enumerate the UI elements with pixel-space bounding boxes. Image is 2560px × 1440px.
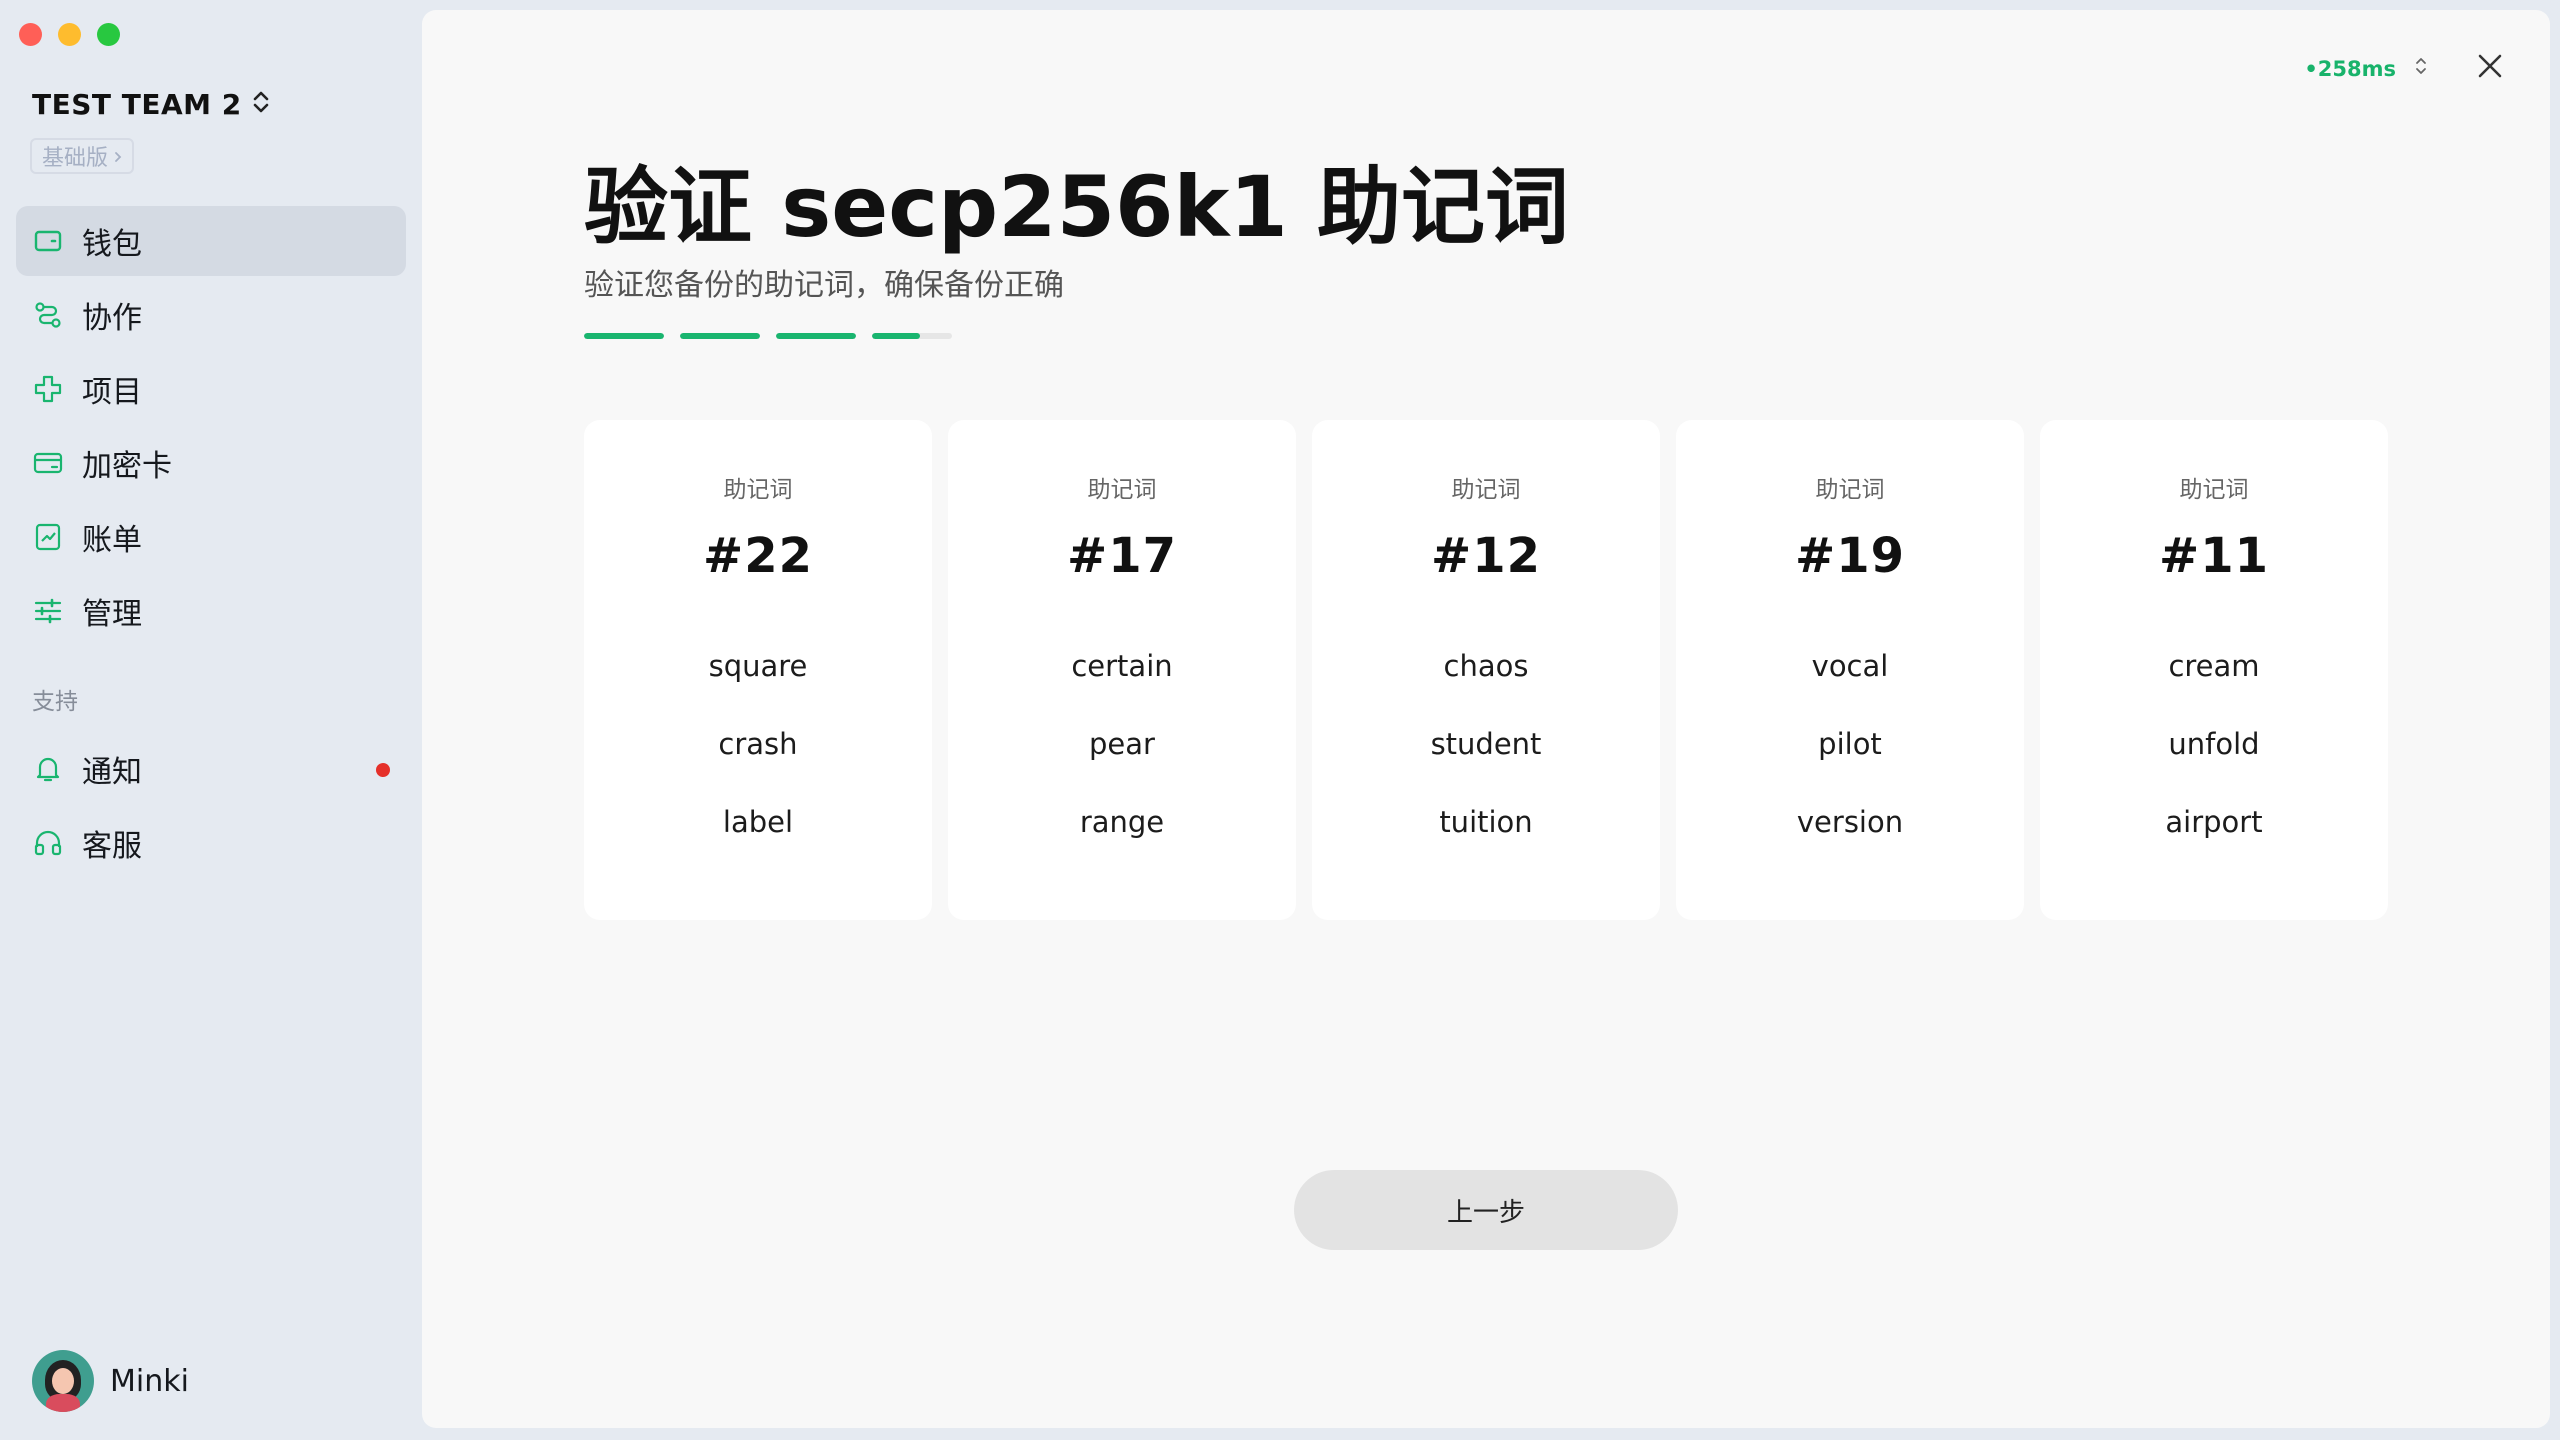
notification-dot xyxy=(376,763,390,777)
word-option[interactable]: pilot xyxy=(1818,726,1882,762)
progress-segment-fill xyxy=(776,333,856,339)
app-window: TEST TEAM 2 基础版 钱包 协作 项目 加密卡 账单 管理 支持 通知… xyxy=(0,0,2560,1440)
latency-value: •258ms xyxy=(2304,56,2396,81)
word-option[interactable]: version xyxy=(1797,804,1903,840)
progress-segment xyxy=(680,333,760,339)
mnemonic-card: 助记词 #11 cream unfold airport xyxy=(2040,420,2388,920)
sidebar-item-card[interactable]: 加密卡 xyxy=(16,428,406,498)
sidebar-item-notifications[interactable]: 通知 xyxy=(16,734,406,804)
back-button[interactable]: 上一步 xyxy=(1294,1170,1678,1250)
team-name: TEST TEAM 2 xyxy=(32,88,242,121)
card-label: 助记词 xyxy=(723,477,793,503)
word-option[interactable]: airport xyxy=(2165,804,2262,840)
bill-icon xyxy=(32,521,64,553)
card-icon xyxy=(32,447,64,479)
sidebar-item-bill[interactable]: 账单 xyxy=(16,502,406,572)
word-option[interactable]: label xyxy=(723,804,793,840)
word-option[interactable]: tuition xyxy=(1439,804,1532,840)
mnemonic-card: 助记词 #12 chaos student tuition xyxy=(1312,420,1660,920)
word-index: #12 xyxy=(1430,528,1541,584)
page-title: 验证 secp256k1 助记词 xyxy=(584,158,1570,256)
sidebar-item-label: 加密卡 xyxy=(82,449,172,484)
sidebar-item-label: 账单 xyxy=(82,523,142,558)
chevron-right-icon xyxy=(114,144,122,169)
avatar xyxy=(32,1350,94,1412)
sidebar: TEST TEAM 2 基础版 钱包 协作 项目 加密卡 账单 管理 支持 通知… xyxy=(0,0,422,1440)
sidebar-item-wallet[interactable]: 钱包 xyxy=(16,206,406,276)
project-icon xyxy=(32,373,64,405)
sidebar-item-project[interactable]: 项目 xyxy=(16,354,406,424)
word-option[interactable]: certain xyxy=(1071,648,1172,684)
settings-sliders-icon xyxy=(32,595,64,627)
mnemonic-card: 助记词 #19 vocal pilot version xyxy=(1676,420,2024,920)
word-option[interactable]: cream xyxy=(2168,648,2259,684)
plan-badge[interactable]: 基础版 xyxy=(30,138,135,174)
word-option[interactable]: vocal xyxy=(1812,648,1889,684)
card-label: 助记词 xyxy=(1087,477,1157,503)
wallet-icon xyxy=(32,225,64,257)
word-option[interactable]: range xyxy=(1080,804,1164,840)
support-section-label: 支持 xyxy=(32,689,78,715)
sidebar-item-label: 客服 xyxy=(82,829,142,864)
mnemonic-card: 助记词 #22 square crash label xyxy=(584,420,932,920)
chevron-updown-icon xyxy=(252,89,270,121)
progress-segment xyxy=(776,333,856,339)
bell-icon xyxy=(32,753,64,785)
word-index: #11 xyxy=(2158,528,2269,584)
page-subtitle: 验证您备份的助记词，确保备份正确 xyxy=(584,268,1064,303)
word-option[interactable]: pear xyxy=(1089,726,1155,762)
card-label: 助记词 xyxy=(1815,477,1885,503)
word-index: #19 xyxy=(1794,528,1905,584)
card-label: 助记词 xyxy=(2179,477,2249,503)
sidebar-item-label: 通知 xyxy=(82,755,142,790)
headset-icon xyxy=(32,827,64,859)
sidebar-item-collaboration[interactable]: 协作 xyxy=(16,280,406,350)
word-option[interactable]: student xyxy=(1431,726,1542,762)
mnemonic-card: 助记词 #17 certain pear range xyxy=(948,420,1296,920)
mnemonic-cards: 助记词 #22 square crash label 助记词 #17 certa… xyxy=(584,420,2388,920)
word-index: #22 xyxy=(702,528,813,584)
chevron-updown-icon xyxy=(2414,56,2428,81)
sidebar-item-support[interactable]: 客服 xyxy=(16,808,406,878)
close-icon[interactable] xyxy=(2470,46,2510,86)
sidebar-item-label: 钱包 xyxy=(82,227,142,262)
latency-indicator[interactable]: •258ms xyxy=(2304,56,2428,81)
card-label: 助记词 xyxy=(1451,477,1521,503)
progress-segment-fill xyxy=(872,333,920,339)
collaboration-icon xyxy=(32,299,64,331)
sidebar-nav: 钱包 协作 项目 加密卡 账单 管理 支持 通知 客服 xyxy=(16,206,406,882)
word-option[interactable]: chaos xyxy=(1444,648,1529,684)
user-name: Minki xyxy=(110,1363,189,1399)
main-panel: •258ms 验证 secp256k1 助记词 验证您备份的助记词，确保备份正确… xyxy=(422,10,2550,1428)
progress-segment xyxy=(872,333,952,339)
plan-badge-label: 基础版 xyxy=(42,146,109,171)
sidebar-item-label: 协作 xyxy=(82,301,142,336)
sidebar-item-label: 管理 xyxy=(82,597,142,632)
progress-segment xyxy=(584,333,664,339)
progress-segment-fill xyxy=(584,333,664,339)
user-profile[interactable]: Minki xyxy=(32,1350,189,1412)
sidebar-item-manage[interactable]: 管理 xyxy=(16,576,406,646)
sidebar-item-label: 项目 xyxy=(82,375,142,410)
word-option[interactable]: crash xyxy=(718,726,797,762)
progress-segment-fill xyxy=(680,333,760,339)
team-switcher[interactable]: TEST TEAM 2 xyxy=(32,88,270,121)
word-option[interactable]: square xyxy=(709,648,808,684)
word-option[interactable]: unfold xyxy=(2168,726,2259,762)
word-index: #17 xyxy=(1066,528,1177,584)
step-progress xyxy=(584,333,952,339)
